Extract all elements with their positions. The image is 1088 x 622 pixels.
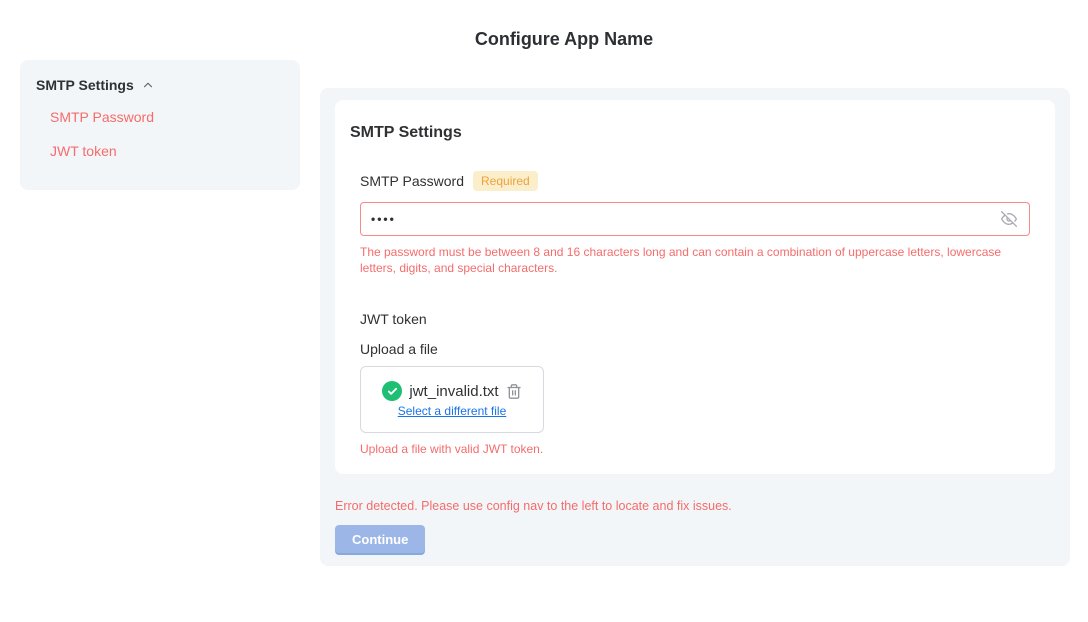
sidebar-item-smtp-password[interactable]: SMTP Password — [50, 108, 284, 127]
config-panel: SMTP Settings SMTP Password Required — [320, 88, 1070, 566]
eye-off-icon[interactable] — [1001, 211, 1017, 227]
form-error-message: Error detected. Please use config nav to… — [335, 498, 1055, 514]
smtp-password-input-wrap — [360, 202, 1030, 236]
sidebar-section-smtp-settings[interactable]: SMTP Settings — [36, 77, 284, 93]
settings-form: SMTP Password Required The password must… — [360, 171, 1030, 457]
trash-icon[interactable] — [506, 383, 522, 400]
smtp-settings-card: SMTP Settings SMTP Password Required — [335, 100, 1055, 474]
select-different-file-link[interactable]: Select a different file — [398, 404, 507, 418]
chevron-up-icon — [141, 78, 155, 92]
file-name: jwt_invalid.txt — [409, 383, 498, 400]
config-nav-sidebar: SMTP Settings SMTP Password JWT token — [20, 60, 300, 190]
jwt-token-error: Upload a file with valid JWT token. — [360, 441, 1020, 457]
uploaded-file-card: jwt_invalid.txt Select a different file — [360, 366, 544, 433]
card-title: SMTP Settings — [350, 123, 1040, 142]
sidebar-section-label: SMTP Settings — [36, 77, 134, 93]
check-circle-icon — [382, 381, 402, 401]
sidebar-item-jwt-token[interactable]: JWT token — [50, 142, 284, 161]
smtp-password-field: SMTP Password Required The password must… — [360, 171, 1030, 276]
jwt-token-label: JWT token — [360, 310, 1030, 328]
upload-a-file-label: Upload a file — [360, 340, 1030, 358]
continue-button[interactable]: Continue — [335, 525, 425, 553]
smtp-password-label: SMTP Password — [360, 172, 464, 190]
required-badge: Required — [473, 171, 538, 191]
smtp-password-input[interactable] — [371, 212, 1001, 226]
jwt-token-field: JWT token Upload a file jwt_invalid.txt — [360, 310, 1030, 457]
smtp-password-error: The password must be between 8 and 16 ch… — [360, 244, 1020, 276]
page-title: Configure App Name — [40, 29, 1088, 50]
